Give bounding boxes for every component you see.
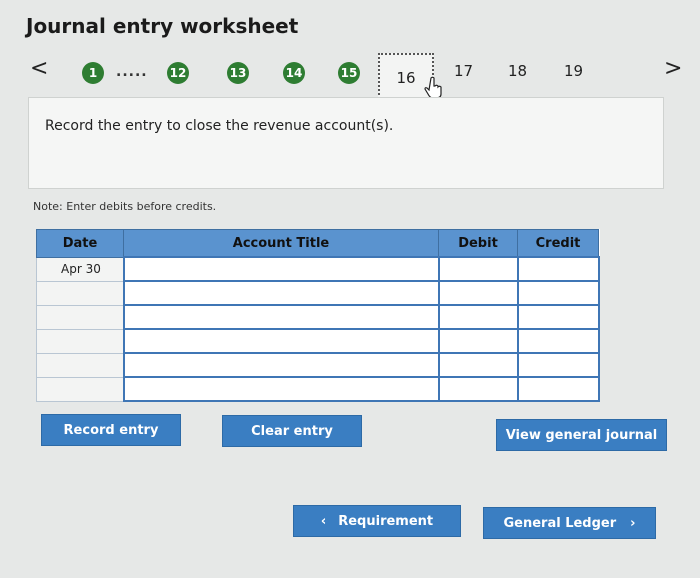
requirement-button[interactable]: ‹ Requirement: [293, 505, 461, 537]
note-text: Note: Enter debits before credits.: [33, 200, 217, 213]
debit-input[interactable]: [437, 352, 519, 378]
prompt-text: Record the entry to close the revenue ac…: [45, 118, 394, 134]
clear-entry-button[interactable]: Clear entry: [222, 415, 362, 447]
steps-ellipsis: .....: [116, 64, 148, 80]
date-cell[interactable]: Apr 30: [36, 256, 124, 282]
account-title-input[interactable]: [122, 280, 440, 306]
credit-input[interactable]: [516, 280, 600, 306]
debit-input[interactable]: [437, 304, 519, 330]
page-title: Journal entry worksheet: [26, 14, 299, 38]
table-row: [36, 352, 600, 378]
table-header-row: Date Account Title Debit Credit: [36, 229, 599, 258]
date-cell[interactable]: [36, 352, 124, 378]
step-17-button[interactable]: 17: [454, 62, 473, 80]
chevron-right-icon: ›: [630, 515, 636, 531]
view-general-journal-button[interactable]: View general journal: [496, 419, 667, 451]
step-18-button[interactable]: 18: [508, 62, 527, 80]
step-13-button[interactable]: 13: [227, 62, 249, 84]
account-title-input[interactable]: [122, 352, 440, 378]
step-1-button[interactable]: 1: [82, 62, 104, 84]
record-entry-label: Record entry: [63, 422, 159, 438]
date-cell[interactable]: [36, 304, 124, 330]
prev-step-icon[interactable]: <: [30, 56, 48, 81]
date-cell[interactable]: [36, 328, 124, 354]
prompt-box: Record the entry to close the revenue ac…: [28, 97, 664, 189]
date-cell[interactable]: [36, 280, 124, 306]
general-ledger-label: General Ledger: [503, 515, 617, 531]
debit-input[interactable]: [437, 280, 519, 306]
debit-input[interactable]: [437, 256, 519, 282]
credit-input[interactable]: [516, 256, 600, 282]
requirement-label: Requirement: [338, 513, 434, 529]
col-header-date: Date: [36, 229, 124, 258]
step-15-button[interactable]: 15: [338, 62, 360, 84]
credit-input[interactable]: [516, 352, 600, 378]
step-19-button[interactable]: 19: [564, 62, 583, 80]
step-14-button[interactable]: 14: [283, 62, 305, 84]
date-cell[interactable]: [36, 376, 124, 402]
general-ledger-button[interactable]: General Ledger ›: [483, 507, 656, 539]
credit-input[interactable]: [516, 376, 600, 402]
table-row: [36, 376, 600, 402]
col-header-credit: Credit: [517, 229, 599, 258]
table-row: [36, 280, 600, 306]
table-row: [36, 304, 600, 330]
table-row: Apr 30: [36, 256, 600, 282]
debit-input[interactable]: [437, 376, 519, 402]
debit-input[interactable]: [437, 328, 519, 354]
account-title-input[interactable]: [122, 328, 440, 354]
step-12-button[interactable]: 12: [167, 62, 189, 84]
credit-input[interactable]: [516, 328, 600, 354]
chevron-left-icon: ‹: [320, 513, 327, 529]
clear-entry-label: Clear entry: [251, 423, 333, 439]
account-title-input[interactable]: [122, 376, 440, 402]
journal-table: Date Account Title Debit Credit Apr 30: [36, 229, 600, 402]
view-general-journal-label: View general journal: [505, 427, 658, 443]
next-step-icon[interactable]: >: [664, 56, 682, 81]
record-entry-button[interactable]: Record entry: [41, 414, 181, 446]
col-header-account-title: Account Title: [123, 229, 439, 258]
credit-input[interactable]: [516, 304, 600, 330]
account-title-input[interactable]: [122, 256, 440, 282]
step-16-label: 16: [396, 69, 416, 87]
date-value: Apr 30: [61, 262, 101, 276]
col-header-debit: Debit: [438, 229, 518, 258]
table-row: [36, 328, 600, 354]
account-title-input[interactable]: [122, 304, 440, 330]
